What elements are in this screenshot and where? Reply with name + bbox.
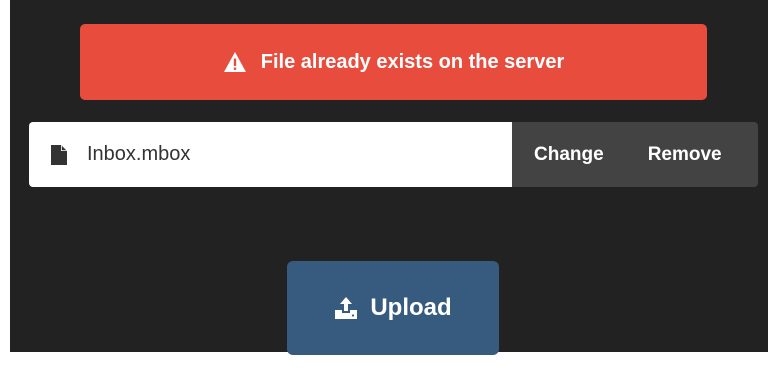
upload-icon — [334, 297, 358, 319]
file-icon — [51, 144, 67, 165]
file-actions: Change Remove — [512, 122, 758, 187]
file-selection-row: Inbox.mbox Change Remove — [29, 122, 758, 187]
file-name-field[interactable]: Inbox.mbox — [29, 122, 512, 187]
file-name-text: Inbox.mbox — [87, 143, 191, 165]
change-button[interactable]: Change — [534, 144, 604, 166]
upload-button[interactable]: Upload — [287, 261, 499, 355]
upload-label: Upload — [370, 294, 452, 321]
error-alert: File already exists on the server — [80, 24, 707, 100]
warning-icon — [223, 51, 247, 73]
alert-message: File already exists on the server — [260, 50, 565, 73]
remove-button[interactable]: Remove — [648, 144, 722, 166]
